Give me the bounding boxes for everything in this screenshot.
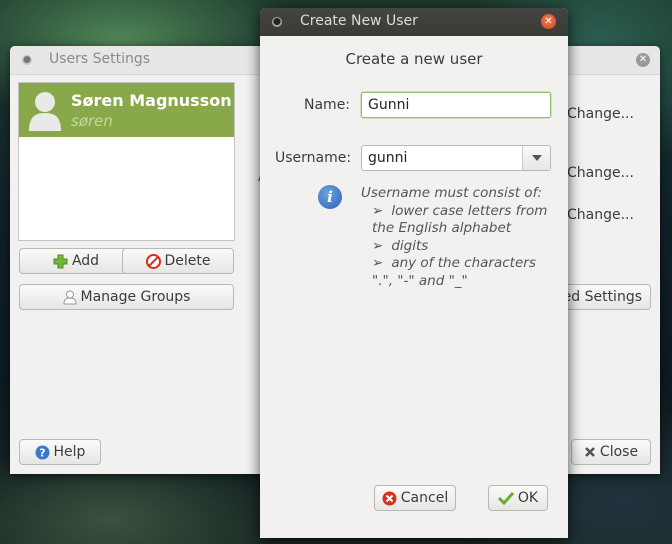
advanced-settings-label: ed Settings	[562, 289, 642, 305]
user-full-name: Søren Magnusson	[71, 91, 232, 110]
hint-item: ➢ digits	[372, 237, 429, 254]
close-x-icon	[584, 446, 596, 458]
avatar-icon	[29, 92, 61, 131]
hint-item: ➢ any of the characters ".", "-" and "_"	[372, 255, 536, 289]
name-label: Name:	[304, 97, 351, 113]
help-icon: ?	[35, 445, 50, 460]
dropdown-arrow-icon[interactable]	[522, 146, 550, 170]
delete-icon	[145, 253, 161, 269]
change-button-3[interactable]: Change...	[567, 207, 634, 223]
help-label: Help	[53, 444, 86, 460]
hint-item-text: any of the characters ".", "-" and "_"	[372, 255, 536, 289]
add-user-button[interactable]: Add	[19, 248, 133, 274]
username-combo[interactable]: gunni	[361, 145, 551, 171]
user-login-name: søren	[71, 112, 113, 130]
users-settings-close-icon[interactable]: ✕	[636, 53, 650, 67]
create-user-dialog: Create New User ✕ Create a new user Name…	[260, 8, 568, 538]
users-settings-title: Users Settings	[49, 51, 151, 67]
close-button[interactable]: Close	[571, 439, 651, 465]
delete-user-button[interactable]: Delete	[122, 248, 234, 274]
dialog-title: Create New User	[300, 13, 418, 29]
hint-item-text: digits	[391, 237, 429, 254]
hint-item: ➢ lower case letters from the English alp…	[372, 202, 548, 237]
window-menu-icon[interactable]	[272, 17, 282, 27]
ok-label: OK	[517, 490, 539, 506]
svg-text:?: ?	[39, 446, 45, 459]
info-icon: i	[318, 185, 342, 209]
dialog-close-icon[interactable]: ✕	[541, 14, 556, 29]
close-label: Close	[599, 444, 639, 460]
window-menu-icon[interactable]	[22, 55, 32, 65]
user-list[interactable]: Søren Magnusson søren	[18, 82, 235, 241]
ok-check-icon	[497, 491, 514, 505]
change-button-2[interactable]: Change...	[567, 165, 634, 181]
cancel-label: Cancel	[400, 490, 449, 506]
cancel-icon	[382, 491, 397, 506]
dialog-heading: Create a new user	[345, 50, 483, 68]
username-value[interactable]: gunni	[368, 150, 407, 166]
hint-intro: Username must consist of:	[361, 185, 542, 201]
help-button[interactable]: ? Help	[19, 439, 101, 465]
username-label: Username:	[275, 150, 352, 166]
add-icon	[53, 254, 68, 269]
delete-user-label: Delete	[164, 253, 211, 269]
user-list-item-selected[interactable]: Søren Magnusson søren	[19, 83, 234, 137]
name-input[interactable]	[361, 92, 551, 118]
dialog-titlebar[interactable]: Create New User ✕	[260, 8, 568, 36]
username-hint: Username must consist of: ➢ lower case le…	[361, 185, 561, 291]
ok-button[interactable]: OK	[488, 485, 548, 511]
manage-groups-button[interactable]: Manage Groups	[19, 284, 234, 310]
manage-groups-label: Manage Groups	[80, 289, 191, 305]
cancel-button[interactable]: Cancel	[374, 485, 456, 511]
group-icon	[62, 290, 77, 305]
hint-item-text: lower case letters from the English alph…	[372, 202, 548, 237]
change-button-1[interactable]: Change...	[567, 106, 634, 122]
add-user-label: Add	[71, 253, 100, 269]
